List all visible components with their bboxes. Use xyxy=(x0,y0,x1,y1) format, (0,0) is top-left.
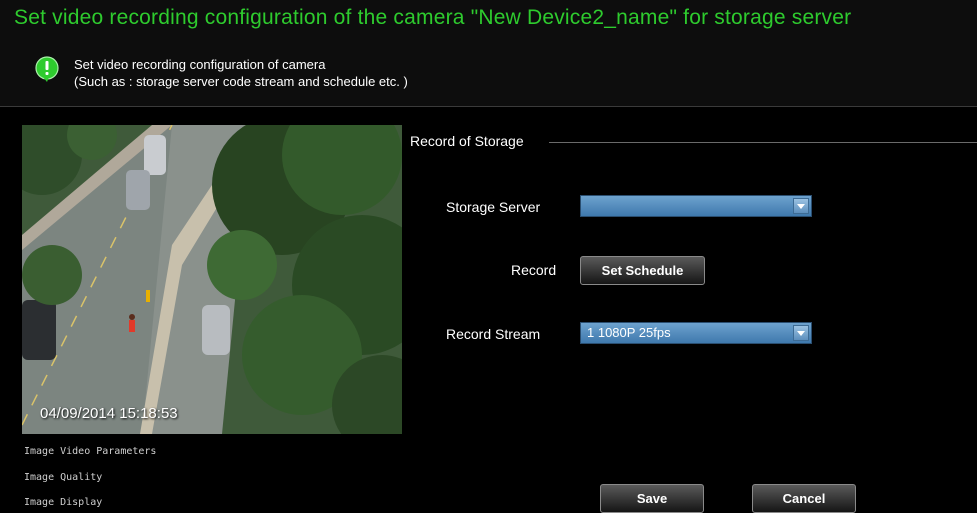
page-title: Set video recording configuration of the… xyxy=(14,6,852,29)
subtitle-line-1: Set video recording configuration of cam… xyxy=(74,57,326,72)
record-stream-label: Record Stream xyxy=(446,326,541,342)
cancel-button[interactable]: Cancel xyxy=(752,484,856,513)
dropdown-arrow-icon[interactable] xyxy=(793,198,809,214)
menu-image-video-parameters[interactable]: Image Video Parameters xyxy=(24,446,156,457)
record-group-divider xyxy=(549,142,977,143)
header-bar: Set video recording configuration of the… xyxy=(0,0,977,107)
storage-server-label: Storage Server xyxy=(446,199,541,215)
record-stream-select[interactable]: 1 1080P 25fps xyxy=(580,322,812,344)
menu-image-quality[interactable]: Image Quality xyxy=(24,472,102,483)
set-schedule-button[interactable]: Set Schedule xyxy=(580,256,705,285)
subtitle-line-2: (Such as : storage server code stream an… xyxy=(74,74,408,89)
page-subtitle: Set video recording configuration of cam… xyxy=(74,56,408,90)
camera-preview: 04/09/2014 15:18:53 xyxy=(22,125,402,434)
camera-scene-image xyxy=(22,125,402,434)
record-group-title: Record of Storage xyxy=(410,133,524,149)
info-bubble-icon xyxy=(35,56,59,82)
menu-image-display[interactable]: Image Display xyxy=(24,497,102,508)
preview-timestamp: 04/09/2014 15:18:53 xyxy=(40,405,178,422)
record-stream-value: 1 1080P 25fps xyxy=(587,325,671,340)
record-label: Record xyxy=(511,262,557,278)
storage-server-select[interactable] xyxy=(580,195,812,217)
save-button[interactable]: Save xyxy=(600,484,704,513)
dropdown-arrow-icon[interactable] xyxy=(793,325,809,341)
